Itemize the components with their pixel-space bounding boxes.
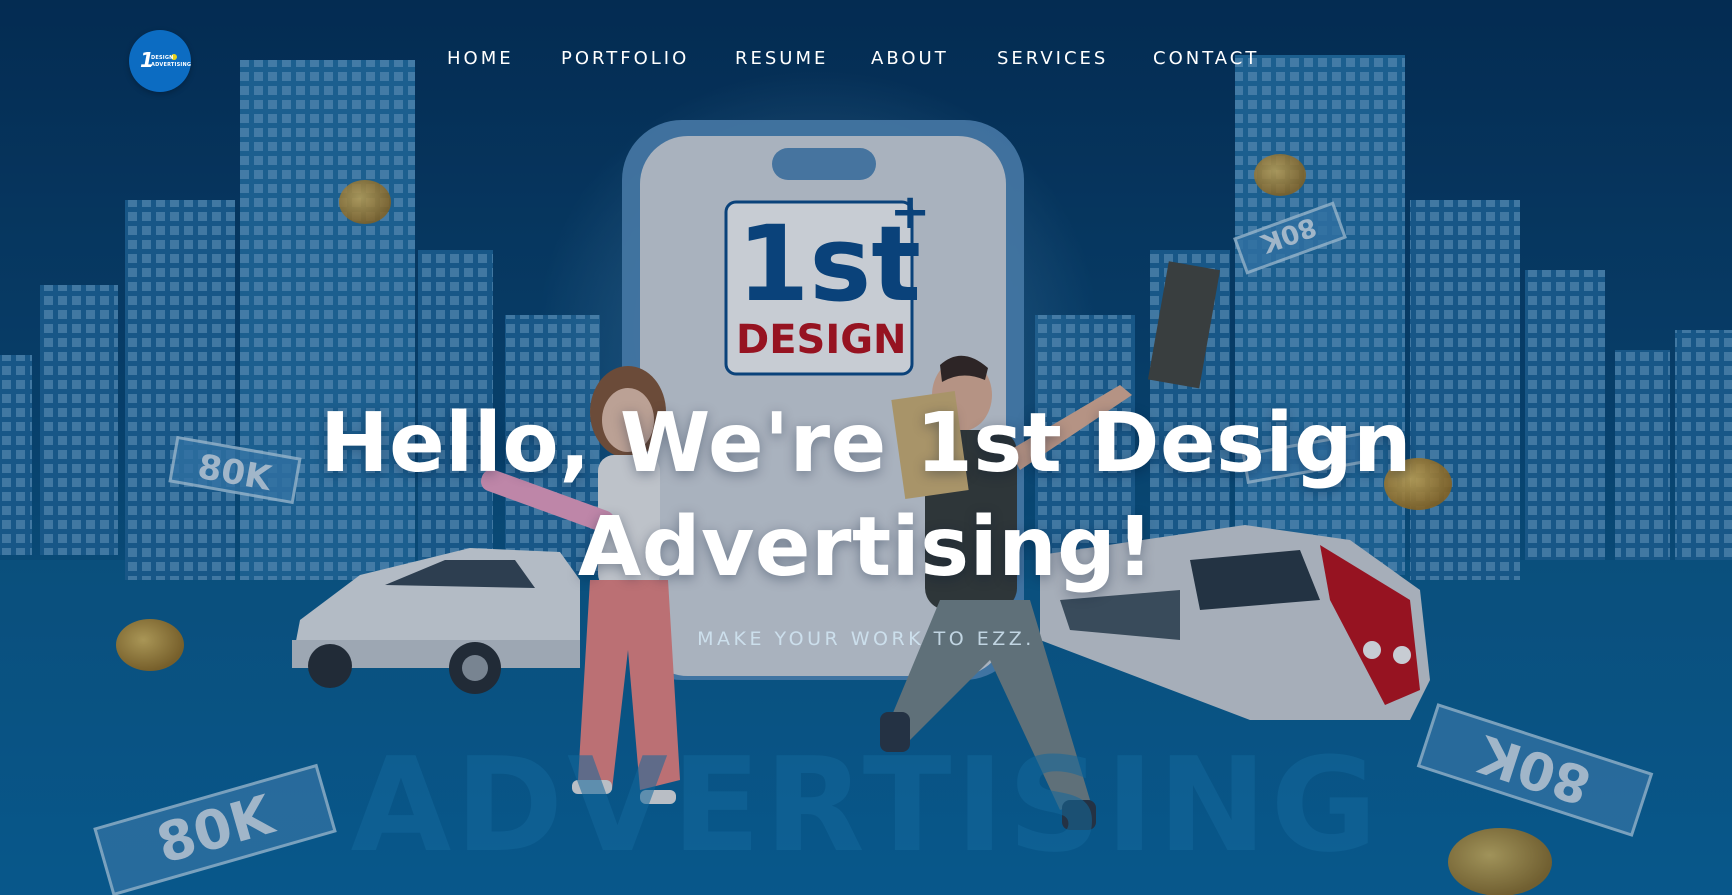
hero-section: 1st DESIGN + 80K 80K 80K 80K ADVERTISING… [0,0,1732,895]
nav-item-resume[interactable]: RESUME [735,48,828,69]
nav-item-services[interactable]: SERVICES [997,48,1108,69]
headline-line2: Advertising! [577,500,1155,595]
hero-headline: Hello, We're 1st Design Advertising! [216,392,1516,600]
headline-line1: Hello, We're 1st Design [319,396,1413,491]
nav-item-portfolio[interactable]: PORTFOLIO [561,48,689,69]
nav-item-home[interactable]: HOME [447,48,514,69]
nav-item-about[interactable]: ABOUT [871,48,949,69]
main-nav: HOME PORTFOLIO RESUME ABOUT SERVICES CON… [0,48,1732,74]
hero-subtitle: MAKE YOUR WORK TO EZZ. [697,628,1035,650]
nav-item-contact[interactable]: CONTACT [1153,48,1259,69]
